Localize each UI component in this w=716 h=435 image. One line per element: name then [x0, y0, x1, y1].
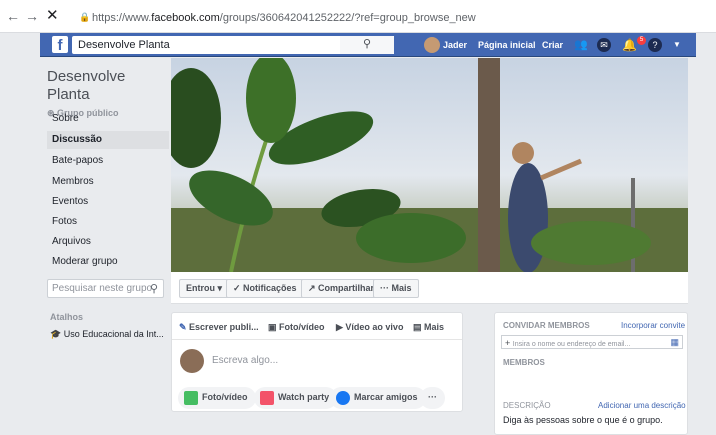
- composer-more-button[interactable]: ···: [420, 387, 445, 409]
- more-icon: ▤: [413, 322, 425, 332]
- nav-bate-papos[interactable]: Bate-papos: [52, 155, 103, 166]
- right-panel: CONVIDAR MEMBROS Incorporar convite + In…: [494, 312, 688, 435]
- description-heading: DESCRIÇÃO: [503, 401, 551, 410]
- share-button[interactable]: ↗ Compartilhar: [301, 279, 382, 298]
- composer-divider: [172, 339, 462, 340]
- tab-more-label: Mais: [424, 322, 445, 332]
- forward-icon[interactable]: →: [25, 9, 39, 23]
- url-scheme: https://www.: [92, 12, 152, 24]
- more-button[interactable]: ··· Mais: [373, 279, 419, 298]
- friends-icon: [336, 391, 350, 405]
- invite-placeholder: Insira o nome ou endereço de email...: [512, 341, 631, 348]
- group-sidebar: Desenvolve Planta ⊛ Grupo público: [47, 68, 169, 119]
- shortcut-item[interactable]: 🎓 Uso Educacional da Int...: [50, 329, 164, 340]
- embed-invite-link[interactable]: Incorporar convite: [621, 321, 685, 330]
- tab-photo-video[interactable]: ▣ Foto/vídeo: [268, 322, 325, 333]
- tab-write-label: Escrever publi...: [189, 322, 259, 332]
- create-link[interactable]: Criar: [542, 33, 563, 57]
- chevron-down-icon[interactable]: ▼: [673, 33, 681, 57]
- notifications-button[interactable]: ✓ Notificações: [226, 279, 304, 298]
- graduation-cap-icon: 🎓: [50, 329, 64, 339]
- messenger-icon[interactable]: ✉: [597, 38, 611, 52]
- url-host: facebook.com: [151, 12, 220, 24]
- tab-write-post[interactable]: ✎ Escrever publi...: [179, 322, 259, 333]
- watch-party-icon: [260, 391, 274, 405]
- home-link[interactable]: Página inicial: [478, 33, 536, 57]
- photo-icon: ▣: [268, 322, 280, 332]
- profile-link[interactable]: Jader: [443, 33, 467, 57]
- plus-icon: +: [505, 338, 513, 348]
- facebook-logo[interactable]: f: [52, 36, 68, 54]
- tag-friends-label: Marcar amigos: [354, 392, 418, 402]
- avatar[interactable]: [424, 37, 440, 53]
- group-search-placeholder: Pesquisar neste grupo: [52, 283, 153, 294]
- pencil-icon: ✎: [179, 322, 190, 332]
- nav-membros[interactable]: Membros: [52, 176, 94, 187]
- nav-discussao[interactable]: Discussão: [52, 134, 102, 145]
- composer-input[interactable]: Escreva algo...: [212, 355, 278, 366]
- cover-image: [171, 58, 688, 272]
- tab-photo-label: Foto/vídeo: [279, 322, 325, 332]
- group-actions-bar: Entrou ▾ ✓ Notificações ↗ Compartilhar ·…: [171, 272, 688, 304]
- invite-heading: CONVIDAR MEMBROS: [503, 321, 590, 330]
- group-title[interactable]: Desenvolve Planta: [47, 68, 169, 104]
- nav-sobre[interactable]: Sobre: [52, 113, 79, 124]
- description-text: Diga às pessoas sobre o que é o grupo.: [503, 415, 663, 425]
- url-path: /groups/360642041252222/?ref=group_brows…: [219, 12, 476, 24]
- browser-toolbar: ← → ✕ 🔒 https://www.facebook.com/groups/…: [0, 0, 716, 33]
- tab-live-video[interactable]: ▶ Vídeo ao vivo: [336, 322, 403, 333]
- shortcuts-heading: Atalhos: [50, 312, 84, 322]
- members-heading: MEMBROS: [503, 358, 545, 367]
- watch-party-label: Watch party: [278, 392, 330, 402]
- address-bar[interactable]: https://www.facebook.com/groups/36064204…: [92, 12, 476, 24]
- tab-more[interactable]: ▤ Mais: [413, 322, 444, 333]
- shortcut-label: Uso Educacional da Int...: [63, 329, 164, 339]
- lock-icon: 🔒: [79, 12, 91, 22]
- facebook-header: f Desenvolve Planta ⚲ Jader Página inici…: [40, 33, 696, 57]
- help-icon[interactable]: ?: [648, 38, 662, 52]
- nav-arquivos[interactable]: Arquivos: [52, 236, 91, 247]
- photo-video-button[interactable]: Foto/vídeo: [178, 387, 256, 409]
- friends-icon[interactable]: 👥: [574, 33, 588, 57]
- add-description-link[interactable]: Adicionar uma descrição: [598, 401, 686, 410]
- notifications-icon[interactable]: 🔔: [622, 38, 637, 52]
- video-icon: ▶: [336, 322, 346, 332]
- avatar: [180, 349, 204, 373]
- tab-live-label: Vídeo ao vivo: [345, 322, 404, 332]
- search-button[interactable]: ⚲: [340, 36, 394, 54]
- joined-button[interactable]: Entrou ▾: [179, 279, 230, 298]
- photo-icon: [184, 391, 198, 405]
- address-book-icon[interactable]: ▦: [670, 337, 679, 348]
- notification-badge: 5: [637, 36, 646, 45]
- close-icon[interactable]: ✕: [46, 8, 59, 23]
- nav-fotos[interactable]: Fotos: [52, 216, 77, 227]
- back-icon[interactable]: ←: [6, 9, 20, 23]
- group-search-input[interactable]: Pesquisar neste grupo ⚲: [47, 279, 164, 298]
- nav-eventos[interactable]: Eventos: [52, 196, 88, 207]
- nav-moderar[interactable]: Moderar grupo: [52, 256, 118, 267]
- photo-video-label: Foto/vídeo: [202, 392, 248, 402]
- post-composer: ✎ Escrever publi... ▣ Foto/vídeo ▶ Vídeo…: [171, 312, 463, 412]
- invite-input[interactable]: + Insira o nome ou endereço de email... …: [501, 335, 683, 349]
- search-icon: ⚲: [362, 38, 372, 50]
- tag-friends-button[interactable]: Marcar amigos: [330, 387, 426, 409]
- cover-photo: [171, 58, 688, 272]
- search-icon: ⚲: [149, 283, 158, 295]
- watch-party-button[interactable]: Watch party: [254, 387, 338, 409]
